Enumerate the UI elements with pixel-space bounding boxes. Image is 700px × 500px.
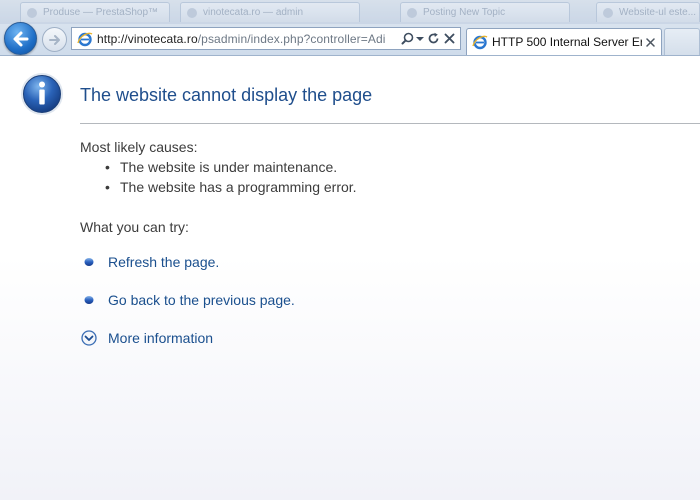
background-tab[interactable]: Posting New Topic <box>400 2 570 22</box>
cause-text: The website is under maintenance. <box>120 159 338 175</box>
stop-button[interactable] <box>441 30 457 48</box>
blue-bullet-icon <box>80 253 98 271</box>
browser-chrome: Produse — PrestaShop™ vinotecata.ro — ad… <box>0 0 700 56</box>
causes-heading: Most likely causes: <box>80 139 198 155</box>
more-info-row[interactable]: More information <box>80 327 213 349</box>
background-tab[interactable]: Produse — PrestaShop™ <box>20 2 170 22</box>
chevron-down-icon <box>416 36 424 41</box>
info-icon <box>21 73 63 115</box>
list-item: • The website is under maintenance. <box>104 157 357 177</box>
search-icon <box>401 32 413 45</box>
forward-arrow-icon <box>48 34 60 45</box>
back-arrow-icon <box>13 31 28 46</box>
title-divider <box>80 123 700 124</box>
background-tab-strip: Produse — PrestaShop™ vinotecata.ro — ad… <box>0 0 700 24</box>
tab-close-button[interactable] <box>642 34 658 50</box>
bullet-icon: • <box>105 179 110 195</box>
action-refresh: Refresh the page. <box>80 251 219 273</box>
more-information-link[interactable]: More information <box>108 330 213 346</box>
url-host: http://vinotecata.ro <box>97 31 198 46</box>
causes-list: • The website is under maintenance. • The … <box>104 157 357 197</box>
forward-button[interactable] <box>42 27 67 52</box>
cause-text: The website has a programming error. <box>120 179 357 195</box>
bullet-icon: • <box>105 159 110 175</box>
back-button[interactable] <box>4 22 37 55</box>
blue-bullet-icon <box>80 291 98 309</box>
search-button[interactable] <box>399 30 415 48</box>
url-path: /psadmin/index.php?controller=Adi <box>197 31 386 46</box>
close-icon <box>645 37 655 47</box>
refresh-icon <box>428 32 438 44</box>
try-heading: What you can try: <box>80 219 189 235</box>
address-dropdown-button[interactable] <box>415 30 425 48</box>
background-tab-label: Produse — PrestaShop™ <box>43 7 159 18</box>
address-bar[interactable]: http://vinotecata.ro/psadmin/index.php?c… <box>71 27 461 50</box>
background-tab-label: Website-ul este... <box>619 7 697 18</box>
background-tab[interactable]: vinotecata.ro — admin <box>180 2 360 22</box>
close-icon <box>444 33 454 44</box>
background-tab-label: Posting New Topic <box>423 7 506 18</box>
ie-icon <box>472 35 488 50</box>
background-tab[interactable]: Website-ul este... <box>596 2 700 22</box>
refresh-button[interactable] <box>425 30 441 48</box>
tab-title: HTTP 500 Internal Server Err... <box>492 35 642 49</box>
error-page: The website cannot display the page Most… <box>0 56 700 500</box>
go-back-link[interactable]: Go back to the previous page. <box>108 292 295 308</box>
active-tab[interactable]: HTTP 500 Internal Server Err... <box>466 28 662 55</box>
action-go-back: Go back to the previous page. <box>80 289 295 311</box>
refresh-page-link[interactable]: Refresh the page. <box>108 254 219 270</box>
page-title: The website cannot display the page <box>80 85 373 105</box>
list-item: • The website has a programming error. <box>104 177 357 197</box>
url-text[interactable]: http://vinotecata.ro/psadmin/index.php?c… <box>97 32 399 46</box>
ie-icon <box>77 32 93 46</box>
new-tab-button[interactable] <box>664 28 700 55</box>
expand-circle-icon[interactable] <box>80 329 98 347</box>
background-tab-label: vinotecata.ro — admin <box>203 7 304 18</box>
